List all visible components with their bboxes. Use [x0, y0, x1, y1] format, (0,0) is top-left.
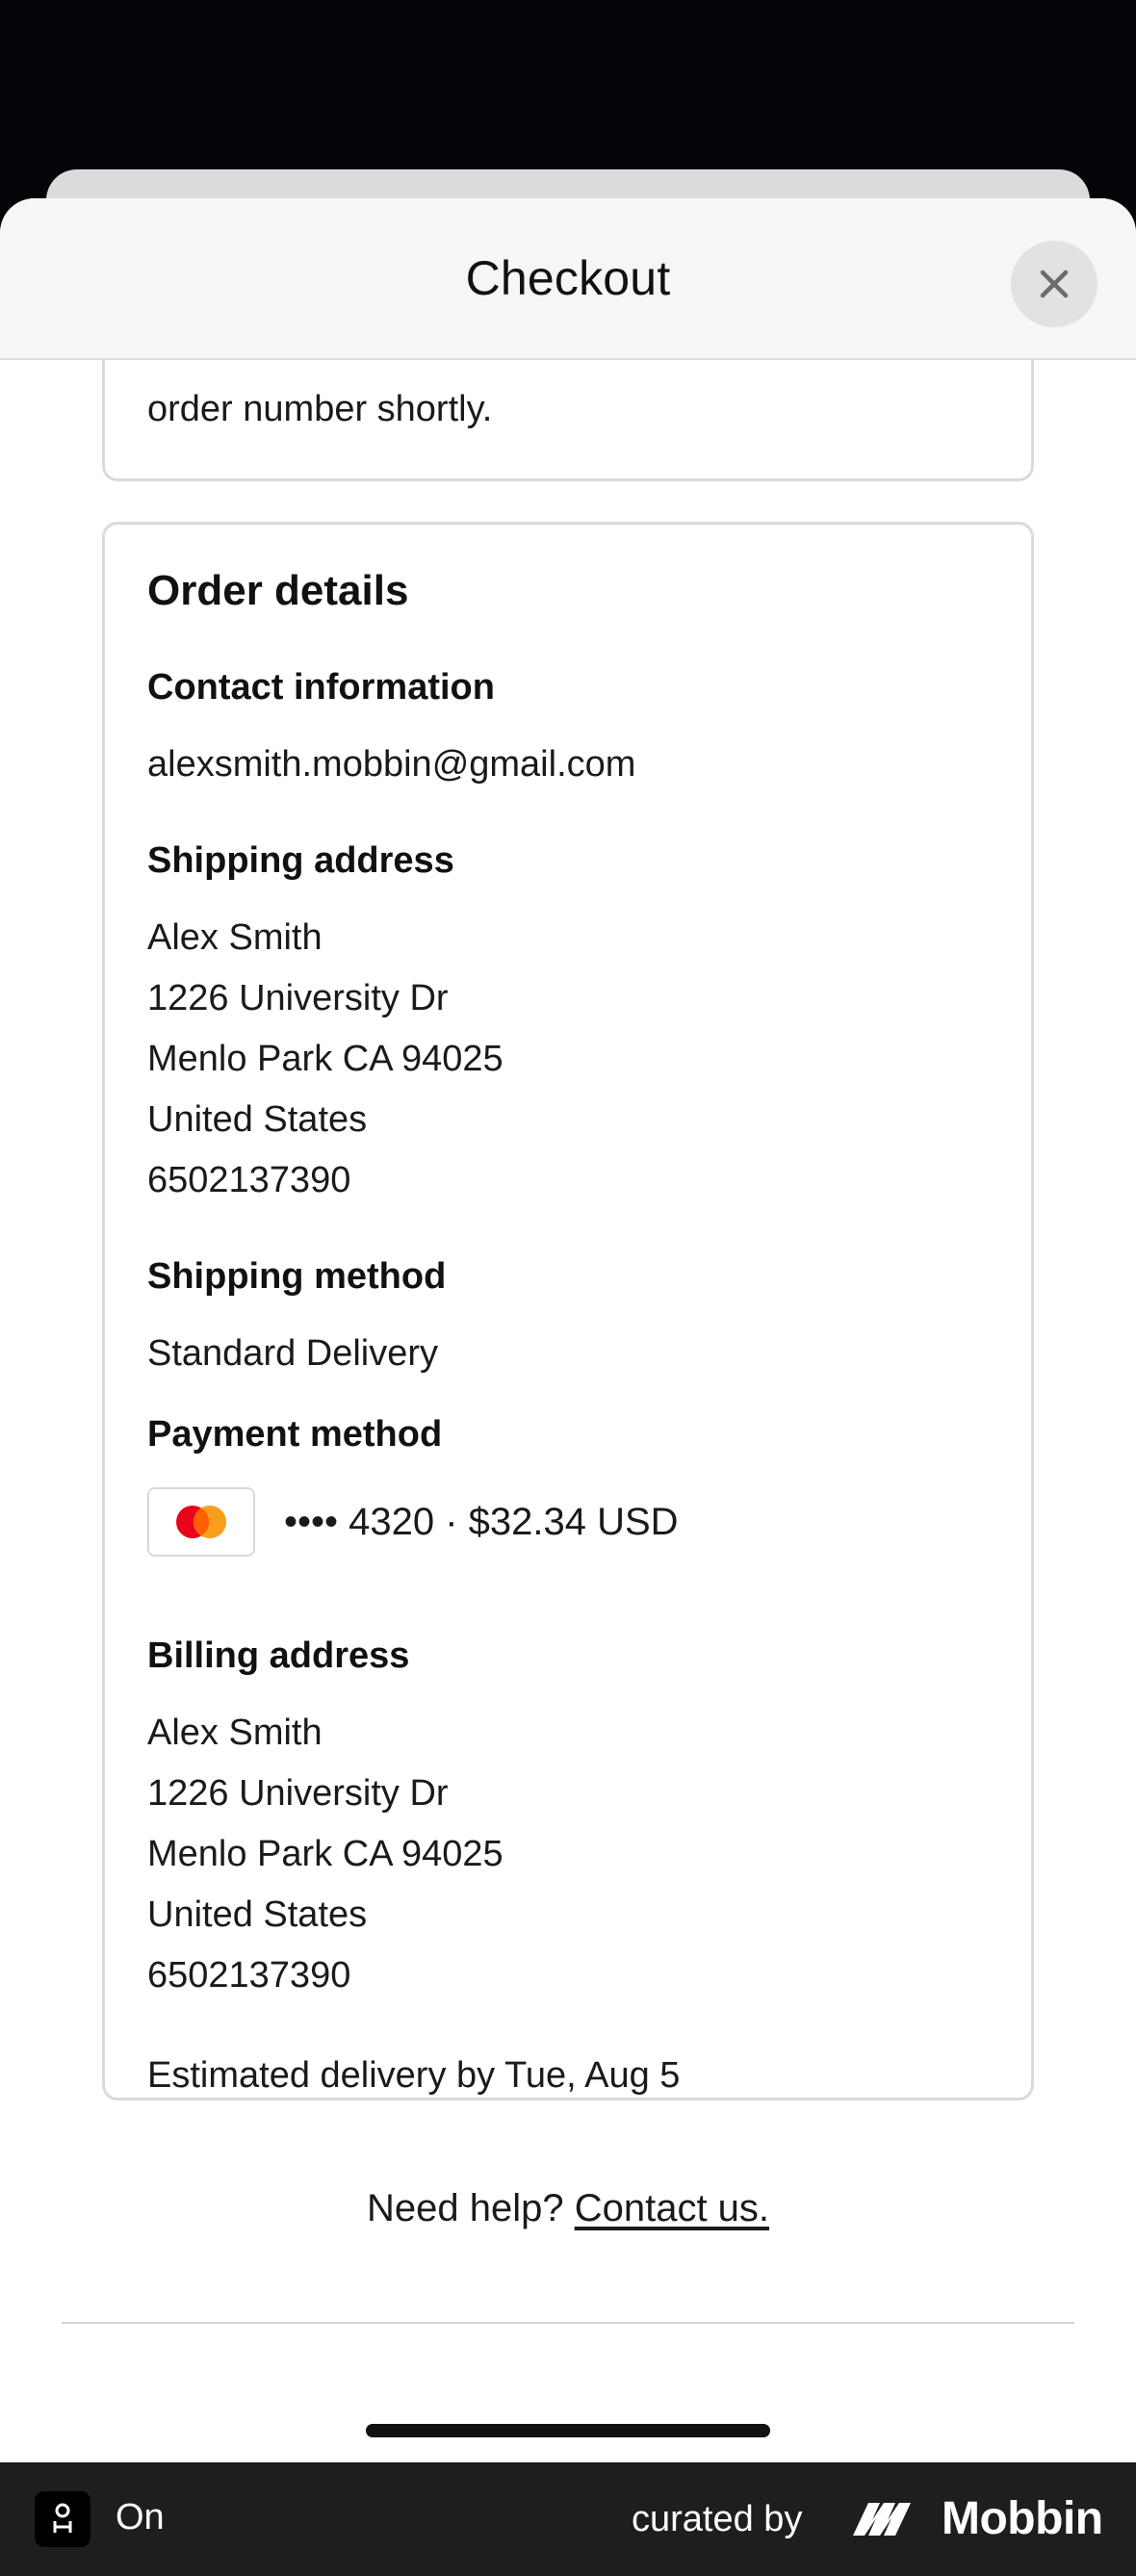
payment-method-heading: Payment method [147, 1414, 443, 1455]
order-details-title: Order details [147, 567, 409, 614]
shipping-address-line: Menlo Park CA 94025 [147, 1039, 503, 1079]
page-title: Checkout [465, 251, 671, 305]
payment-method-row: •••• 4320 · $32.34 USD [147, 1487, 679, 1557]
card-brand-badge [147, 1487, 255, 1557]
help-prefix: Need help? [366, 2187, 564, 2229]
mobbin-mark-icon [853, 2503, 911, 2536]
curated-by-label: curated by [632, 2499, 803, 2539]
contact-us-link[interactable]: Contact us. [575, 2187, 769, 2229]
mobbin-brand: Mobbin [942, 2492, 1103, 2544]
shipping-address-line: 6502137390 [147, 1160, 351, 1200]
sheet-header: Checkout [0, 198, 1136, 360]
help-line: Need help? Contact us. [0, 2187, 1136, 2230]
contact-email: alexsmith.mobbin@gmail.com [147, 744, 636, 785]
payment-summary: •••• 4320 · $32.34 USD [284, 1500, 679, 1543]
shipping-address-heading: Shipping address [147, 840, 454, 881]
status-label: On [116, 2497, 165, 2537]
billing-address-heading: Billing address [147, 1636, 410, 1676]
mobbin-logo: Mobbin [851, 2489, 1103, 2547]
mastercard-icon [176, 1506, 226, 1538]
shipping-method-value: Standard Delivery [147, 1333, 439, 1374]
mobbin-footer: On curated by Mobbin [0, 2462, 1136, 2576]
shipping-address-line: United States [147, 1099, 368, 1140]
billing-address-line: 6502137390 [147, 1955, 351, 1996]
estimated-delivery: Estimated delivery by Tue, Aug 5 [147, 2055, 681, 2096]
billing-address-line: Alex Smith [147, 1713, 323, 1753]
close-icon [1040, 270, 1069, 298]
billing-address-line: 1226 University Dr [147, 1773, 449, 1814]
checkout-sheet: Checkout order number shortly. Order det… [0, 198, 1136, 2462]
order-details-card: Order details Contact information alexsm… [102, 522, 1034, 2100]
app-logo-icon [53, 2503, 72, 2533]
confirmation-message: order number shortly. [147, 389, 493, 429]
shipping-address-line: 1226 University Dr [147, 978, 449, 1018]
shipping-address-line: Alex Smith [147, 917, 323, 958]
close-button[interactable] [1011, 241, 1097, 327]
app-icon [35, 2491, 90, 2547]
billing-address-line: United States [147, 1894, 368, 1935]
home-indicator [366, 2424, 770, 2437]
divider [62, 2322, 1074, 2324]
billing-address-line: Menlo Park CA 94025 [147, 1834, 503, 1874]
contact-heading: Contact information [147, 667, 495, 708]
shipping-method-heading: Shipping method [147, 1256, 447, 1297]
